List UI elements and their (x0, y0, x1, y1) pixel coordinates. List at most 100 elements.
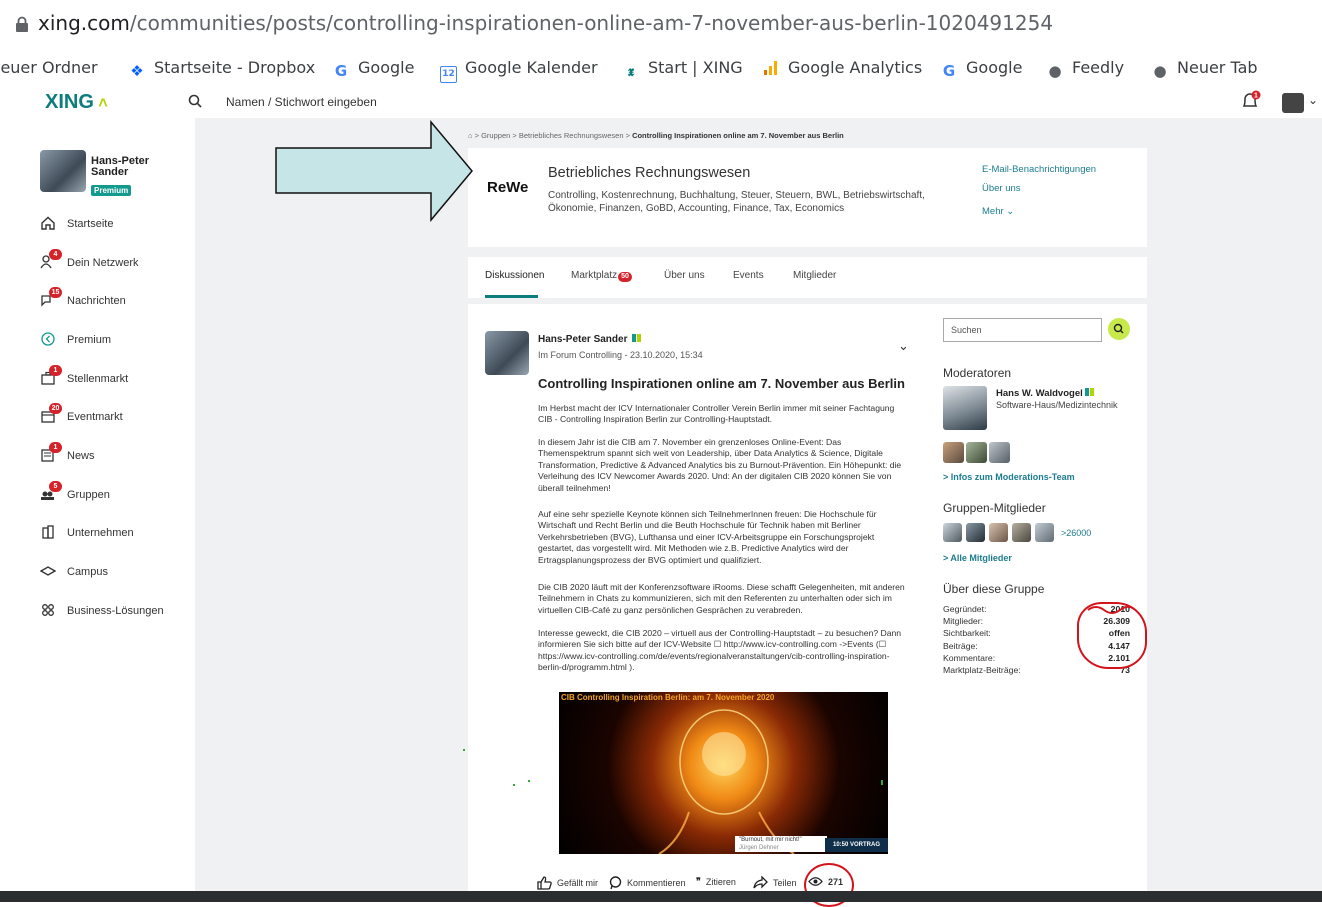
member-thumb[interactable] (989, 523, 1008, 542)
tab-diskussionen[interactable]: Diskussionen (485, 270, 544, 281)
globe-icon: ● (1048, 62, 1062, 80)
author-avatar[interactable] (485, 331, 529, 375)
sidebar-item-eventmarkt[interactable]: 20 Eventmarkt (40, 403, 123, 427)
bell-icon[interactable]: 1 (1240, 90, 1262, 110)
address-bar[interactable]: xing.com/communities/posts/controlling-i… (0, 0, 1322, 50)
events-icon: 20 (40, 403, 62, 426)
url-text[interactable]: xing.com/communities/posts/controlling-i… (38, 11, 1053, 35)
avatar[interactable] (1282, 93, 1304, 113)
breadcrumb-item[interactable]: Betriebliches Rechnungswesen (519, 131, 624, 140)
sidebar-item-label: Startseite (67, 218, 114, 230)
chevron-down-icon: ⌄ (1006, 206, 1015, 217)
sidebar-item-premium[interactable]: Premium (40, 330, 111, 350)
search-button[interactable] (1108, 318, 1130, 340)
comment-button[interactable]: Kommentieren (609, 876, 686, 890)
sidebar-item-unternehmen[interactable]: Unternehmen (40, 523, 134, 543)
member-thumb[interactable] (1012, 523, 1031, 542)
tab-label: Events (733, 270, 764, 281)
profile-name[interactable]: Hans-Peter Sander (91, 156, 161, 178)
moderator-thumb[interactable] (989, 442, 1010, 463)
breadcrumb-item[interactable]: Gruppen (481, 131, 510, 140)
moderator-thumb[interactable] (943, 442, 964, 463)
notification-badge: 15 (49, 287, 62, 298)
bookmark-xing[interactable]: 𝖝 Start | XING (622, 58, 743, 80)
post-paragraph: Interesse geweckt, die CIB 2020 – virtue… (538, 628, 902, 673)
profile-avatar[interactable] (40, 150, 86, 192)
share-icon (753, 876, 768, 889)
member-thumb[interactable] (1035, 523, 1054, 542)
notification-badge: 5 (49, 481, 62, 492)
bookmark-google-2[interactable]: G Google (940, 58, 1023, 80)
group-tags: Controlling, Kostenrechnung, Buchhaltung… (548, 190, 925, 214)
bookmark-folder[interactable]: leuer Ordner (0, 58, 98, 77)
dropbox-icon: ❖ (130, 62, 144, 80)
tab-label: Mitglieder (793, 270, 837, 281)
chevron-down-icon[interactable]: ⌄ (898, 338, 909, 354)
xing-logo[interactable]: XING ˄ (45, 91, 108, 114)
comment-label: Kommentieren (627, 878, 686, 888)
about-link[interactable]: Über uns (982, 183, 1021, 194)
members-count[interactable]: >26000 (1061, 528, 1091, 538)
sidebar-item-gruppen[interactable]: 5 Gruppen (40, 481, 110, 505)
email-notifications-link[interactable]: E-Mail-Benachrichtigungen (982, 164, 1096, 175)
bookmark-label: Google Kalender (465, 58, 598, 77)
sidebar-item-business[interactable]: Business-Lösungen (40, 601, 164, 621)
stat-label: Mitglieder: (943, 616, 984, 626)
bookmark-analytics[interactable]: Google Analytics (762, 58, 922, 78)
sidebar-item-netzwerk[interactable]: 4 Dein Netzwerk (40, 249, 139, 273)
campus-icon (39, 563, 58, 581)
bookmark-dropbox[interactable]: ❖ Startseite - Dropbox (128, 58, 315, 80)
all-members-link[interactable]: > Alle Mitglieder (943, 553, 1012, 563)
bookmark-google[interactable]: G Google (332, 58, 415, 80)
stat-label: Gegründet: (943, 604, 987, 614)
quote-text: "Burnout, mit mir nicht!" (739, 837, 802, 843)
sidebar-item-news[interactable]: 1 News (40, 442, 95, 466)
comment-icon (609, 876, 622, 890)
sidebar-item-stellenmarkt[interactable]: 1 Stellenmarkt (40, 365, 128, 389)
taskbar (0, 891, 1322, 902)
tab-label: Marktplatz (571, 270, 618, 281)
search-input[interactable]: Namen / Stichwort eingeben (226, 95, 377, 109)
sidebar-item-label: Nachrichten (67, 295, 126, 307)
post-author[interactable]: Hans-Peter Sander (538, 334, 642, 345)
tab-marktplatz[interactable]: Marktplatz 50 (571, 270, 632, 282)
moderator-avatar[interactable] (943, 386, 987, 430)
like-label: Gefällt mir (557, 878, 599, 888)
quote-button[interactable]: ❞ Zitieren (696, 876, 736, 887)
network-icon: 4 (40, 249, 62, 272)
like-button[interactable]: Gefällt mir (537, 876, 598, 890)
sidebar-item-label: Dein Netzwerk (67, 257, 139, 269)
group-search-input[interactable]: Suchen (943, 318, 1102, 342)
bookmark-feedly[interactable]: ● Feedly (1046, 58, 1124, 80)
post-meta: Im Forum Controlling - 23.10.2020, 15:34 (538, 350, 703, 360)
moderators-heading: Moderatoren (943, 366, 1012, 380)
bookmark-label: Neuer Tab (1177, 58, 1258, 77)
moderator-name[interactable]: Hans W. Waldvogel (996, 388, 1095, 399)
chevron-down-icon[interactable]: ⌄ (1308, 93, 1318, 107)
group-title[interactable]: Betriebliches Rechnungswesen (548, 165, 750, 181)
members-heading: Gruppen-Mitglieder (943, 501, 1046, 515)
moderators-info-link[interactable]: > Infos zum Moderations-Team (943, 472, 1075, 482)
member-thumb[interactable] (966, 523, 985, 542)
tab-events[interactable]: Events (733, 270, 764, 281)
search-icon[interactable] (188, 94, 202, 108)
bookmark-label: Startseite - Dropbox (154, 58, 316, 77)
share-button[interactable]: Teilen (753, 876, 797, 889)
sidebar-item-startseite[interactable]: Startseite (40, 214, 113, 234)
group-logo[interactable]: ReWe (487, 179, 528, 196)
bookmark-calendar[interactable]: 12 Google Kalender (440, 58, 598, 83)
tab-ueber-uns[interactable]: Über uns (664, 270, 705, 281)
bookmark-label: Google (966, 58, 1023, 77)
bookmark-new-tab[interactable]: ● Neuer Tab (1151, 58, 1258, 80)
sidebar-item-label: Premium (67, 334, 112, 346)
post-image[interactable]: CIB Controlling Inspiration Berlin: am 7… (559, 692, 888, 854)
moderator-thumb[interactable] (966, 442, 987, 463)
burnout-illustration (658, 709, 795, 854)
premium-icon (632, 334, 637, 342)
sidebar-item-nachrichten[interactable]: 15 Nachrichten (40, 287, 126, 311)
sidebar-item-campus[interactable]: Campus (39, 562, 108, 582)
member-thumb[interactable] (943, 523, 962, 542)
more-menu[interactable]: Mehr ⌄ (982, 206, 1014, 217)
stat-label: Sichtbarkeit: (943, 628, 991, 638)
tab-mitglieder[interactable]: Mitglieder (793, 270, 836, 281)
